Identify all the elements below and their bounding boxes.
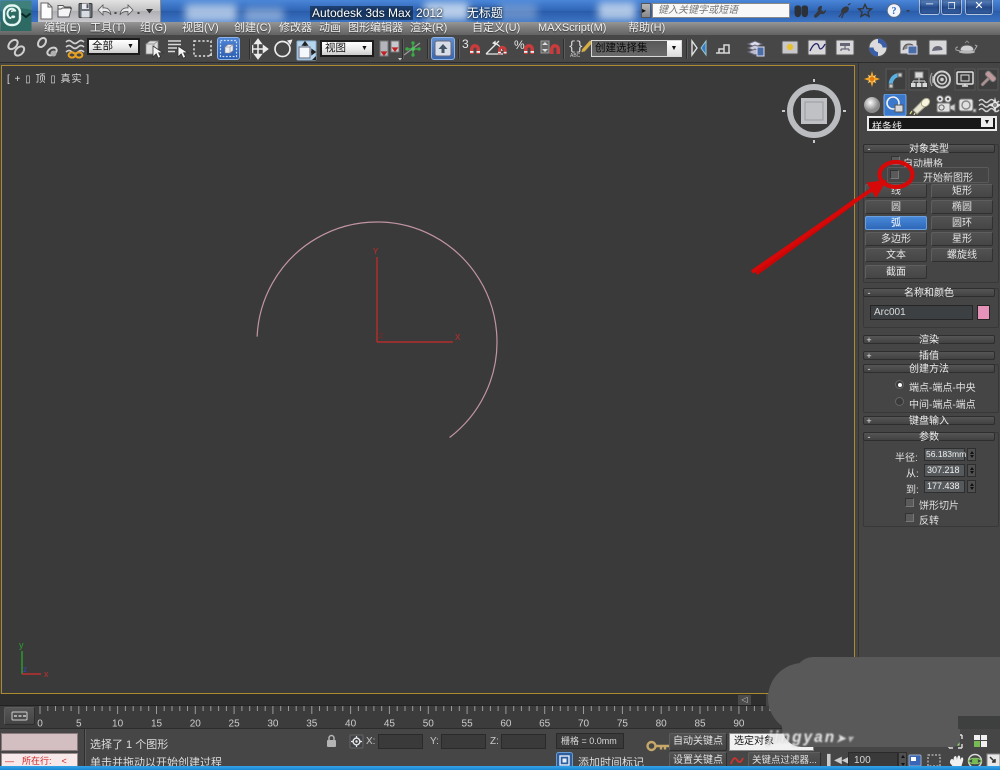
svg-text:20: 20 xyxy=(190,719,202,729)
svg-text:%: % xyxy=(514,38,525,52)
svg-text:Z: Z xyxy=(379,333,384,340)
svg-text:80: 80 xyxy=(656,719,668,729)
svg-text:65: 65 xyxy=(539,719,551,729)
svg-text:60: 60 xyxy=(500,719,512,729)
svg-text:70: 70 xyxy=(578,719,590,729)
svg-text:85: 85 xyxy=(694,719,706,729)
svg-text:90: 90 xyxy=(733,719,745,729)
svg-text:Y: Y xyxy=(373,247,379,256)
svg-text:45: 45 xyxy=(384,719,396,729)
svg-text:25: 25 xyxy=(229,719,241,729)
svg-text:5: 5 xyxy=(76,719,82,729)
svg-text:30: 30 xyxy=(267,719,279,729)
svg-text:10: 10 xyxy=(112,719,124,729)
svg-text:55: 55 xyxy=(462,719,474,729)
svg-text:y: y xyxy=(19,640,24,650)
svg-text:?: ? xyxy=(892,6,897,17)
svg-text:50: 50 xyxy=(423,719,435,729)
svg-text:ABC: ABC xyxy=(570,53,581,59)
svg-text:X: X xyxy=(455,333,461,342)
svg-text:15: 15 xyxy=(151,719,163,729)
svg-text:3: 3 xyxy=(462,37,469,51)
svg-text:75: 75 xyxy=(617,719,629,729)
svg-text:z: z xyxy=(23,665,27,674)
svg-text:x: x xyxy=(44,669,49,679)
svg-text:0: 0 xyxy=(37,719,43,729)
svg-text:40: 40 xyxy=(345,719,357,729)
svg-text:35: 35 xyxy=(306,719,318,729)
